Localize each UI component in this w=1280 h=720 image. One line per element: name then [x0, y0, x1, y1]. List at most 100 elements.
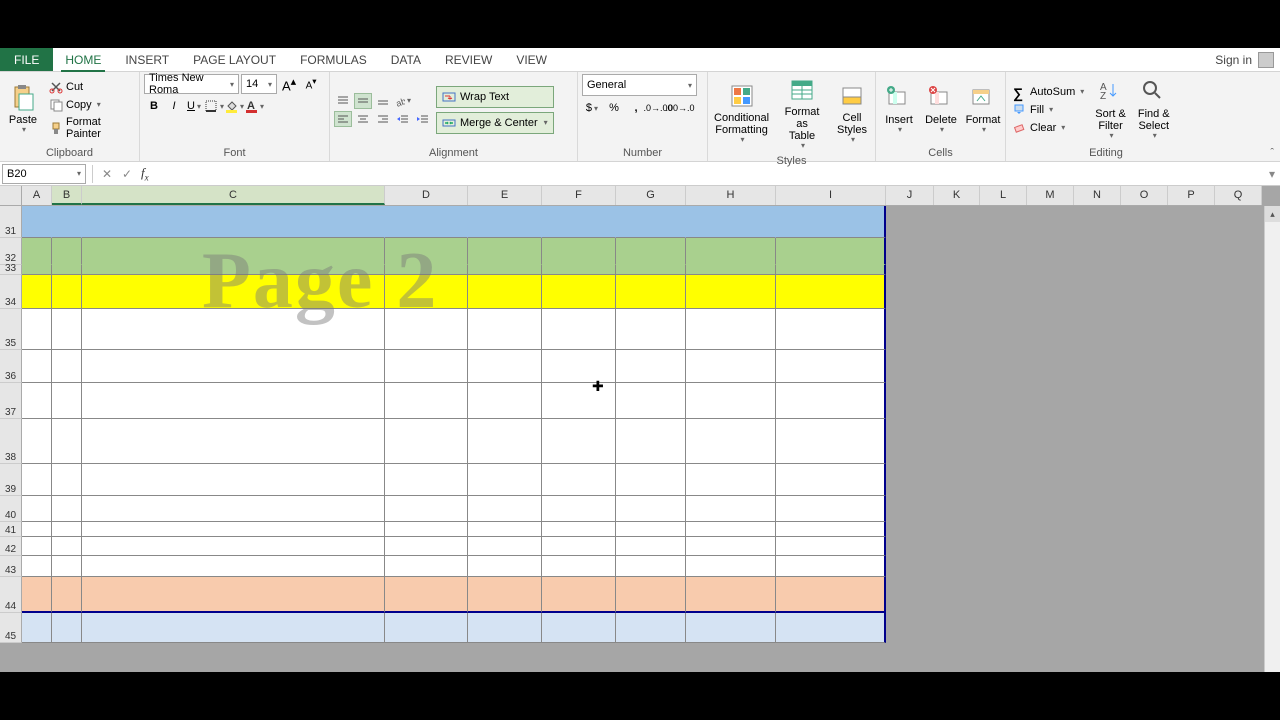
cell[interactable] — [52, 522, 82, 537]
cell[interactable] — [686, 350, 776, 383]
cell[interactable] — [385, 350, 468, 383]
column-header[interactable]: F — [542, 186, 616, 205]
cell[interactable] — [542, 206, 616, 238]
cell[interactable] — [1168, 522, 1215, 537]
cell[interactable] — [542, 556, 616, 577]
column-header[interactable]: L — [980, 186, 1027, 205]
cell[interactable] — [22, 350, 52, 383]
cell[interactable] — [468, 464, 542, 496]
cell[interactable] — [776, 556, 886, 577]
cell[interactable] — [1027, 419, 1074, 464]
cell[interactable] — [52, 383, 82, 419]
cell[interactable] — [468, 537, 542, 556]
cell[interactable] — [1168, 556, 1215, 577]
row-header[interactable]: 42 — [0, 537, 22, 556]
cells-area[interactable]: Page 2 — [22, 206, 1262, 643]
select-all-corner[interactable] — [0, 186, 22, 205]
cell[interactable] — [22, 265, 52, 275]
bold-button[interactable]: B — [144, 96, 164, 116]
decrease-indent-button[interactable] — [394, 111, 412, 127]
column-header[interactable]: N — [1074, 186, 1121, 205]
cell[interactable] — [980, 537, 1027, 556]
cell[interactable] — [886, 265, 934, 275]
cell[interactable] — [886, 309, 934, 350]
copy-button[interactable]: Copy ▾ — [46, 97, 135, 113]
column-header[interactable]: M — [1027, 186, 1074, 205]
cell[interactable] — [385, 238, 468, 265]
cell[interactable] — [1074, 275, 1121, 309]
row-header[interactable]: 41 — [0, 522, 22, 537]
italic-button[interactable]: I — [164, 96, 184, 116]
collapse-ribbon-button[interactable]: ˆ — [1270, 147, 1274, 159]
cell[interactable] — [886, 522, 934, 537]
cell[interactable] — [1215, 309, 1262, 350]
cell[interactable] — [542, 265, 616, 275]
align-left-button[interactable] — [334, 111, 352, 127]
cell[interactable] — [52, 350, 82, 383]
column-header[interactable]: B — [52, 186, 82, 205]
cell[interactable] — [385, 496, 468, 522]
cell[interactable] — [980, 556, 1027, 577]
cell[interactable] — [22, 537, 52, 556]
cell[interactable] — [1121, 496, 1168, 522]
cell[interactable] — [1121, 265, 1168, 275]
cell[interactable] — [82, 464, 385, 496]
cell[interactable] — [934, 206, 980, 238]
clear-button[interactable]: Clear▾ — [1010, 120, 1087, 136]
cell[interactable] — [468, 522, 542, 537]
cell[interactable] — [934, 238, 980, 265]
cell[interactable] — [686, 496, 776, 522]
font-color-button[interactable]: A▾ — [244, 96, 264, 116]
fill-button[interactable]: Fill▾ — [1010, 102, 1087, 118]
cell[interactable] — [980, 309, 1027, 350]
number-format-select[interactable]: General▾ — [582, 74, 697, 96]
decrease-decimal-button[interactable]: .00→.0 — [670, 98, 690, 118]
cell[interactable] — [686, 275, 776, 309]
cell[interactable] — [1074, 556, 1121, 577]
cell[interactable] — [980, 522, 1027, 537]
cell[interactable] — [686, 265, 776, 275]
cell[interactable] — [616, 350, 686, 383]
column-header[interactable]: K — [934, 186, 980, 205]
sort-filter-button[interactable]: AZ Sort & Filter▾ — [1091, 76, 1130, 143]
cell[interactable] — [934, 419, 980, 464]
cell[interactable] — [686, 238, 776, 265]
expand-formula-bar-button[interactable]: ▾ — [1264, 167, 1280, 181]
cell[interactable] — [22, 613, 52, 643]
cell[interactable] — [980, 275, 1027, 309]
cell[interactable] — [542, 537, 616, 556]
cell[interactable] — [886, 206, 934, 238]
cell[interactable] — [22, 275, 52, 309]
cell[interactable] — [1027, 383, 1074, 419]
cell[interactable] — [1074, 265, 1121, 275]
cell[interactable] — [934, 556, 980, 577]
underline-button[interactable]: U▾ — [184, 96, 204, 116]
cell[interactable] — [1027, 265, 1074, 275]
cell[interactable] — [1027, 577, 1074, 613]
cell[interactable] — [82, 383, 385, 419]
scroll-up-icon[interactable]: ▴ — [1265, 206, 1280, 222]
cell[interactable] — [22, 556, 52, 577]
tab-home[interactable]: HOME — [53, 48, 113, 71]
cell[interactable] — [468, 350, 542, 383]
cell[interactable] — [934, 613, 980, 643]
cell[interactable] — [934, 522, 980, 537]
cell[interactable] — [686, 464, 776, 496]
cell[interactable] — [1215, 496, 1262, 522]
cell[interactable] — [616, 496, 686, 522]
cell[interactable] — [52, 577, 82, 613]
cell[interactable] — [22, 383, 52, 419]
cell[interactable] — [616, 275, 686, 309]
cell[interactable] — [1215, 275, 1262, 309]
row-header[interactable]: 43 — [0, 556, 22, 577]
decrease-font-button[interactable]: A▾ — [301, 74, 321, 94]
cell[interactable] — [1074, 496, 1121, 522]
cell[interactable] — [776, 464, 886, 496]
cell[interactable] — [776, 537, 886, 556]
name-box[interactable]: B20 ▾ — [2, 164, 86, 184]
cell[interactable] — [82, 275, 385, 309]
cell[interactable] — [1121, 464, 1168, 496]
row-header[interactable]: 37 — [0, 383, 22, 419]
cell[interactable] — [1168, 383, 1215, 419]
cell[interactable] — [1215, 522, 1262, 537]
